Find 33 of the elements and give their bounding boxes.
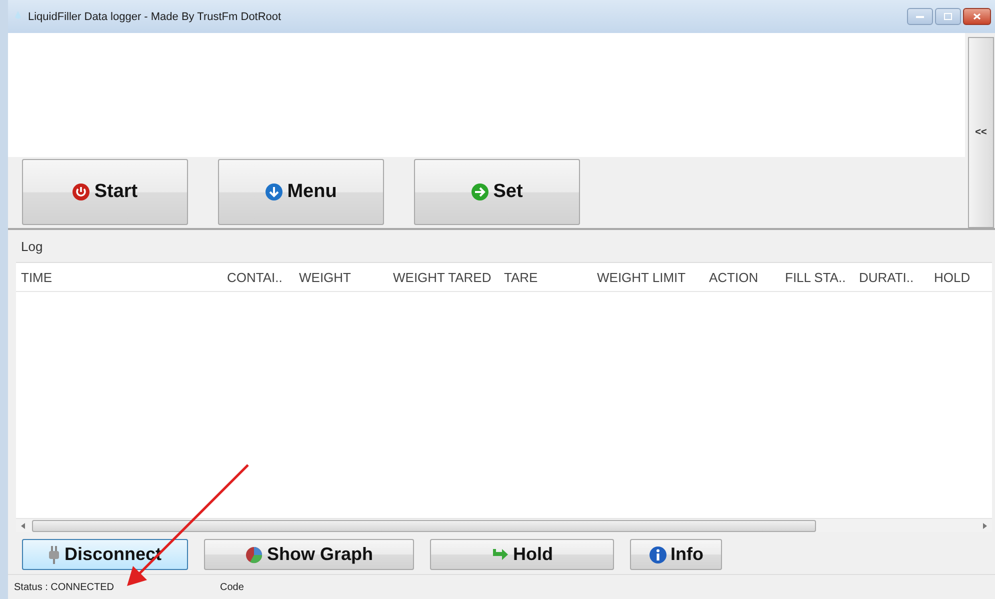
minimize-button[interactable] bbox=[907, 8, 933, 25]
column-header[interactable]: HOLD bbox=[934, 270, 989, 284]
status-text: Status : CONNECTED bbox=[14, 582, 116, 592]
scroll-left-icon[interactable] bbox=[20, 522, 26, 530]
group-title: Log bbox=[20, 238, 44, 256]
column-header[interactable]: FILL STA.. bbox=[785, 270, 859, 284]
column-header[interactable]: TARE bbox=[504, 270, 597, 284]
minimize-icon bbox=[916, 14, 924, 18]
collapse-button[interactable]: << bbox=[968, 37, 994, 228]
column-header[interactable]: CONTAI.. bbox=[227, 270, 299, 284]
chart-icon bbox=[244, 546, 263, 564]
code-text: Code bbox=[220, 582, 244, 592]
info-icon bbox=[648, 546, 666, 564]
column-header[interactable]: DURATI.. bbox=[859, 270, 934, 284]
action-button[interactable]: Info bbox=[630, 539, 722, 570]
close-button[interactable] bbox=[963, 8, 991, 25]
scroll-right-icon[interactable] bbox=[982, 522, 988, 530]
toolbar-button[interactable]: Start bbox=[22, 159, 188, 225]
plug-icon bbox=[48, 546, 60, 564]
column-header[interactable]: WEIGHT TARED bbox=[393, 270, 504, 284]
action-button[interactable]: Show Graph bbox=[204, 539, 414, 570]
maximize-icon bbox=[944, 13, 952, 20]
close-icon bbox=[973, 13, 981, 20]
window-title: LiquidFiller Data logger - Made By TrustFm DotRoot bbox=[28, 10, 282, 22]
toolbar-button[interactable]: Menu bbox=[218, 159, 384, 225]
toolbar-button[interactable]: Set bbox=[414, 159, 580, 225]
action-button[interactable]: Hold bbox=[430, 539, 614, 570]
column-header[interactable]: WEIGHT LIMIT bbox=[597, 270, 709, 284]
column-header[interactable]: TIME bbox=[21, 270, 227, 284]
power-icon bbox=[72, 183, 90, 201]
right-arrow-icon bbox=[491, 548, 509, 562]
column-header[interactable]: WEIGHT bbox=[299, 270, 393, 284]
column-header[interactable]: ACTION bbox=[709, 270, 785, 284]
